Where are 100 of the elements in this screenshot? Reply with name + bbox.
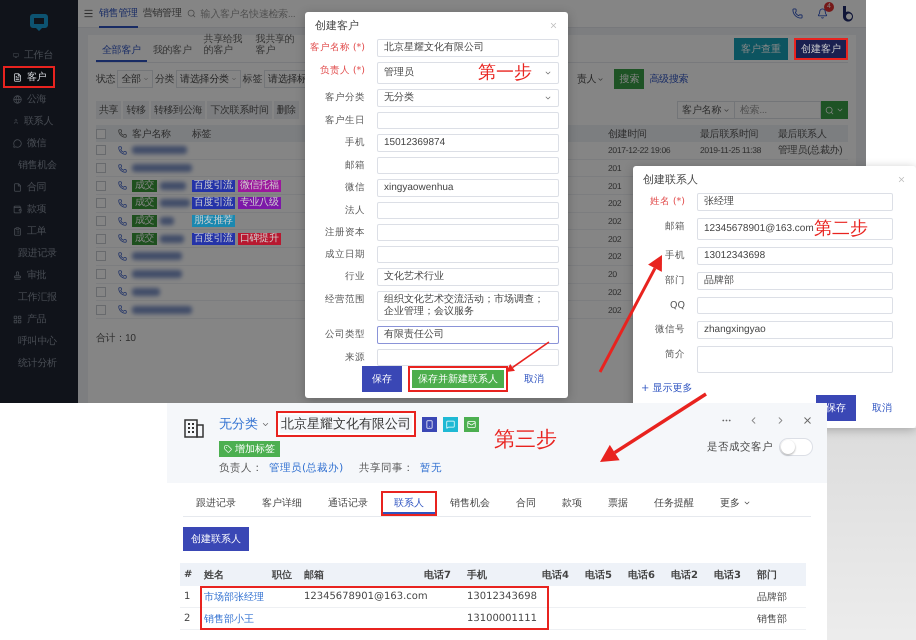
- input-field[interactable]: 张经理: [697, 193, 893, 211]
- bell-icon[interactable]: [817, 8, 828, 19]
- input-field[interactable]: 品牌部: [697, 272, 893, 290]
- sidebar-item[interactable]: 跟进记录: [3, 242, 55, 264]
- detail-tab[interactable]: 任务提醒: [641, 491, 707, 516]
- checkbox[interactable]: [96, 269, 106, 280]
- checkbox[interactable]: [96, 304, 106, 315]
- input-field[interactable]: 文化艺术行业: [377, 268, 559, 286]
- show-more-link[interactable]: + 显示更多: [641, 381, 693, 395]
- detail-tab[interactable]: 客户详细: [249, 491, 315, 516]
- owner-link[interactable]: 管理员(总裁办): [269, 461, 344, 475]
- phone-button[interactable]: [422, 416, 437, 432]
- checkbox[interactable]: [96, 286, 106, 297]
- checkbox[interactable]: [96, 128, 106, 138]
- input-field[interactable]: [377, 112, 559, 129]
- toolbar-button[interactable]: 共享: [96, 101, 122, 119]
- menu-icon[interactable]: [83, 8, 94, 19]
- query-button[interactable]: 客户查重: [734, 38, 788, 60]
- sub-tab[interactable]: 我共享的客户: [250, 34, 302, 62]
- input-field[interactable]: [377, 246, 559, 263]
- checkbox[interactable]: [96, 216, 106, 226]
- cancel-link[interactable]: 取消: [514, 366, 554, 392]
- input-field[interactable]: [377, 202, 559, 219]
- create-button[interactable]: 创建客户: [794, 38, 848, 60]
- contact-link[interactable]: 市场部张经理: [204, 592, 264, 602]
- sidebar-label: 统计分析: [18, 356, 57, 370]
- checkbox[interactable]: [96, 180, 106, 191]
- detail-tab[interactable]: 通话记录: [315, 491, 381, 516]
- input-field[interactable]: xingyaowenhua: [377, 179, 559, 197]
- detail-tab[interactable]: 票据: [595, 491, 641, 516]
- phone-icon[interactable]: [118, 146, 127, 155]
- detail-tab[interactable]: 款项: [549, 491, 595, 516]
- category-dropdown[interactable]: 无分类: [219, 415, 270, 433]
- sidebar-item[interactable]: 审批: [3, 264, 55, 286]
- phone-icon[interactable]: [792, 8, 803, 19]
- sub-tab[interactable]: 全部客户: [96, 45, 147, 62]
- select-field[interactable]: 无分类: [377, 89, 559, 107]
- sidebar-item[interactable]: 客户: [3, 66, 55, 88]
- phone-icon[interactable]: [118, 198, 127, 208]
- phone-icon[interactable]: [118, 164, 127, 173]
- checkbox[interactable]: [96, 163, 106, 174]
- file-icon: [13, 182, 22, 192]
- phone-icon[interactable]: [118, 287, 127, 296]
- toolbar-button[interactable]: 转移到公海: [150, 101, 206, 119]
- message-button[interactable]: [443, 416, 458, 432]
- save-button[interactable]: 保存: [362, 366, 402, 392]
- search-button[interactable]: [821, 101, 848, 119]
- detail-tab[interactable]: 跟进记录: [183, 491, 249, 516]
- close-icon[interactable]: [802, 415, 813, 426]
- phone-icon[interactable]: [118, 181, 127, 190]
- toolbar-button[interactable]: 转移: [123, 101, 149, 119]
- owner-select[interactable]: 责人: [576, 70, 604, 88]
- sub-tab[interactable]: 共享给我的客户: [198, 34, 250, 62]
- deal-toggle[interactable]: [779, 438, 813, 456]
- checkbox[interactable]: [96, 145, 106, 156]
- cancel-link[interactable]: 取消: [862, 395, 902, 421]
- input-field[interactable]: 组织文化艺术交流活动；市场调查；企业管理；会议服务: [377, 291, 559, 321]
- input-field[interactable]: [377, 157, 559, 174]
- search-button[interactable]: 搜索: [614, 69, 644, 89]
- filter-select[interactable]: 全部: [117, 70, 153, 88]
- save-and-new-button[interactable]: 保存并新建联系人: [408, 366, 508, 392]
- checkbox[interactable]: [96, 198, 106, 208]
- text-area[interactable]: [697, 346, 893, 373]
- field-select[interactable]: 客户名称: [677, 101, 735, 119]
- phone-icon[interactable]: [118, 216, 127, 226]
- shared-link[interactable]: 暂无: [420, 461, 442, 475]
- input-field[interactable]: [377, 224, 559, 241]
- input-field[interactable]: 北京星耀文化有限公司: [377, 39, 559, 57]
- toolbar-button[interactable]: 删除: [274, 101, 299, 119]
- input-field[interactable]: zhangxingyao: [697, 321, 893, 339]
- detail-tab[interactable]: 联系人: [381, 491, 437, 516]
- create-contact-button[interactable]: 创建联系人: [183, 527, 249, 551]
- phone-icon[interactable]: [118, 305, 127, 314]
- phone-icon[interactable]: [118, 234, 127, 244]
- field-label: 法人: [344, 204, 365, 218]
- nav-tab[interactable]: 营销管理: [142, 0, 182, 28]
- detail-tab[interactable]: 销售机会: [437, 491, 503, 516]
- contact-link[interactable]: 销售部小王: [204, 614, 254, 624]
- phone-icon[interactable]: [118, 252, 127, 261]
- phone-icon[interactable]: [118, 270, 127, 279]
- toolbar-button[interactable]: 下次联系时间: [207, 101, 272, 119]
- input-field[interactable]: 15012369874: [377, 134, 559, 152]
- detail-tab[interactable]: 更多: [707, 491, 764, 516]
- filter-select[interactable]: 请选择分类: [176, 70, 241, 88]
- detail-tab[interactable]: 合同: [503, 491, 549, 516]
- mail-button[interactable]: [464, 416, 479, 432]
- input-field[interactable]: [377, 349, 559, 366]
- advanced-search-link[interactable]: 高级搜索: [649, 72, 688, 86]
- input-field[interactable]: 13012343698: [697, 247, 893, 265]
- nav-tab[interactable]: 销售管理: [99, 0, 138, 28]
- input-field[interactable]: [697, 297, 893, 314]
- input-field[interactable]: 有限责任公司: [377, 326, 559, 344]
- checkbox[interactable]: [96, 234, 106, 244]
- add-tag-button[interactable]: 增加标签: [219, 441, 280, 457]
- sub-tab[interactable]: 我的客户: [146, 45, 198, 62]
- column-header: 电话4: [542, 570, 569, 580]
- sidebar-item[interactable]: 微信: [3, 132, 55, 154]
- sidebar-item[interactable]: 呼叫中心: [3, 330, 55, 352]
- checkbox[interactable]: [96, 251, 106, 262]
- select-field[interactable]: 管理员 第一步: [377, 62, 559, 84]
